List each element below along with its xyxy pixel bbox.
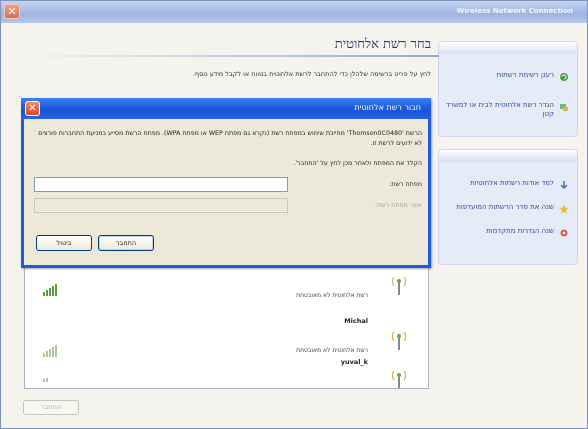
refresh-icon bbox=[560, 73, 568, 81]
refresh-network-list-link[interactable]: רענן רשימת רשתות bbox=[439, 68, 577, 86]
wireless-antenna-icon bbox=[391, 331, 407, 350]
window-title: Wireless Network Connection bbox=[456, 7, 573, 15]
task-pane-related-tasks: למד אודות רשתות אלחוטיות שנה את סדר הרשת… bbox=[438, 149, 578, 265]
network-name: yuval_k bbox=[340, 358, 368, 366]
dialog-title-bar[interactable]: ✕ חבור רשת אלחוטית bbox=[21, 98, 431, 119]
wireless-antenna-icon bbox=[391, 370, 407, 388]
dialog-close-icon[interactable]: ✕ bbox=[25, 101, 40, 116]
advanced-settings-link[interactable]: שנה הגדרות מתקדמות bbox=[439, 224, 577, 242]
network-list[interactable]: רשת אלחוטית לא מאובטחת Michal רשת אלחוטי… bbox=[24, 259, 429, 389]
advanced-settings-label: שנה הגדרות מתקדמות bbox=[486, 227, 554, 235]
signal-strength-icon bbox=[43, 345, 57, 357]
change-preferred-order-link[interactable]: שנה את סדר הרשתות המועדפות bbox=[439, 200, 577, 218]
pane-header bbox=[439, 42, 577, 54]
network-key-input[interactable] bbox=[34, 177, 288, 192]
setup-home-network-label: הגדר רשת אלחוטית לבית או למשרד קטן bbox=[446, 101, 554, 118]
star-icon bbox=[559, 204, 569, 214]
title-divider bbox=[25, 55, 439, 57]
network-list-item[interactable]: רשת אלחוטית לא מאובטחת bbox=[25, 268, 428, 304]
network-key-label: מפתח רשת: bbox=[389, 181, 422, 188]
settings-icon bbox=[560, 229, 568, 237]
home-network-icon bbox=[560, 104, 568, 111]
cancel-button[interactable]: ביטול bbox=[36, 235, 92, 251]
refresh-network-list-label: רענן רשימת רשתות bbox=[496, 71, 554, 79]
dialog-connect-button[interactable]: התחבר bbox=[98, 235, 154, 251]
learn-icon bbox=[560, 181, 568, 189]
page-title: בחר רשת אלחוטית bbox=[334, 37, 431, 52]
network-security-status: רשת אלחוטית לא מאובטחת bbox=[296, 292, 368, 299]
wireless-antenna-icon bbox=[391, 276, 407, 295]
setup-home-network-link[interactable]: הגדר רשת אלחוטית לבית או למשרד קטן bbox=[439, 98, 577, 123]
signal-strength-icon bbox=[43, 284, 57, 296]
dialog-body: הרשת 'Thomson0C0480' מחייבת שימוש במפתח … bbox=[24, 119, 428, 265]
dialog-message: הרשת 'Thomson0C0480' מחייבת שימוש במפתח … bbox=[38, 130, 422, 147]
signal-strength-icon bbox=[43, 378, 48, 382]
page-description: לחץ על פריט ברשימה שלהלן כדי להתחבר לרשת… bbox=[192, 70, 431, 78]
connect-button[interactable]: התחבר bbox=[23, 400, 79, 415]
learn-wireless-link[interactable]: למד אודות רשתות אלחוטיות bbox=[439, 176, 577, 194]
pane-header bbox=[439, 150, 577, 162]
confirm-key-input[interactable] bbox=[34, 198, 288, 213]
learn-wireless-label: למד אודות רשתות אלחוטיות bbox=[470, 179, 554, 187]
close-icon[interactable]: ✕ bbox=[4, 4, 20, 19]
network-name: Michal bbox=[344, 317, 368, 325]
confirm-key-label: אשר מפתח רשת: bbox=[375, 202, 422, 209]
dialog-instruction: הקלד את המפתח ולאחר מכן לחץ על 'התחבר'. bbox=[293, 160, 422, 167]
change-preferred-order-label: שנה את סדר הרשתות המועדפות bbox=[456, 203, 554, 211]
task-pane-network-tasks: רענן רשימת רשתות הגדר רשת אלחוטית לבית א… bbox=[438, 41, 578, 137]
network-list-item[interactable]: Michal רשת אלחוטית לא מאובטחת bbox=[25, 317, 428, 359]
network-security-status: רשת אלחוטית לא מאובטחת bbox=[296, 347, 368, 354]
network-list-item[interactable]: yuval_k bbox=[25, 358, 428, 388]
dialog-title: חבור רשת אלחוטית bbox=[354, 103, 421, 112]
network-key-dialog: ✕ חבור רשת אלחוטית הרשת 'Thomson0C0480' … bbox=[21, 98, 431, 268]
window-title-bar[interactable]: ✕ Wireless Network Connection bbox=[1, 1, 587, 23]
